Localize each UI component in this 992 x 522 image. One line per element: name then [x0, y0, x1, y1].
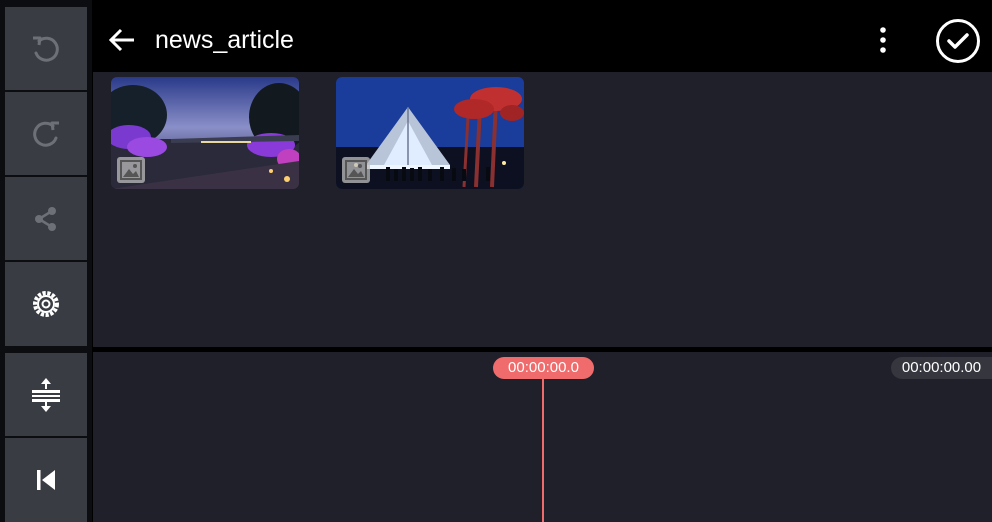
share-button[interactable]	[5, 177, 87, 260]
image-icon	[345, 160, 367, 180]
left-tool-panel	[0, 0, 92, 522]
image-type-badge	[117, 157, 145, 183]
done-check-icon[interactable]	[935, 18, 981, 64]
media-thumbnail[interactable]	[111, 77, 299, 189]
redo-button[interactable]	[5, 92, 87, 175]
project-title: news_article	[155, 26, 294, 54]
skip-to-start-icon	[37, 470, 55, 490]
settings-icon	[33, 291, 59, 317]
expand-timeline-button[interactable]	[5, 353, 87, 436]
settings-button[interactable]	[5, 262, 87, 346]
top-bar: news_article	[93, 8, 992, 72]
image-icon	[120, 160, 142, 180]
share-icon	[35, 206, 56, 231]
undo-icon	[33, 36, 59, 62]
back-arrow-icon[interactable]	[107, 26, 137, 54]
playhead-time: 00:00:00.0	[493, 357, 594, 379]
more-options-icon[interactable]	[869, 26, 897, 56]
timeline[interactable]: 00:00:00.0 00:00:00.00	[93, 352, 992, 522]
media-browser	[93, 72, 992, 347]
expand-timeline-icon	[32, 377, 60, 412]
playhead-line[interactable]	[542, 378, 544, 522]
undo-button[interactable]	[5, 7, 87, 90]
total-duration: 00:00:00.00	[891, 357, 992, 379]
redo-icon	[33, 121, 59, 147]
media-thumbnail[interactable]	[336, 77, 524, 189]
image-type-badge	[342, 157, 370, 183]
skip-to-start-button[interactable]	[5, 438, 87, 522]
